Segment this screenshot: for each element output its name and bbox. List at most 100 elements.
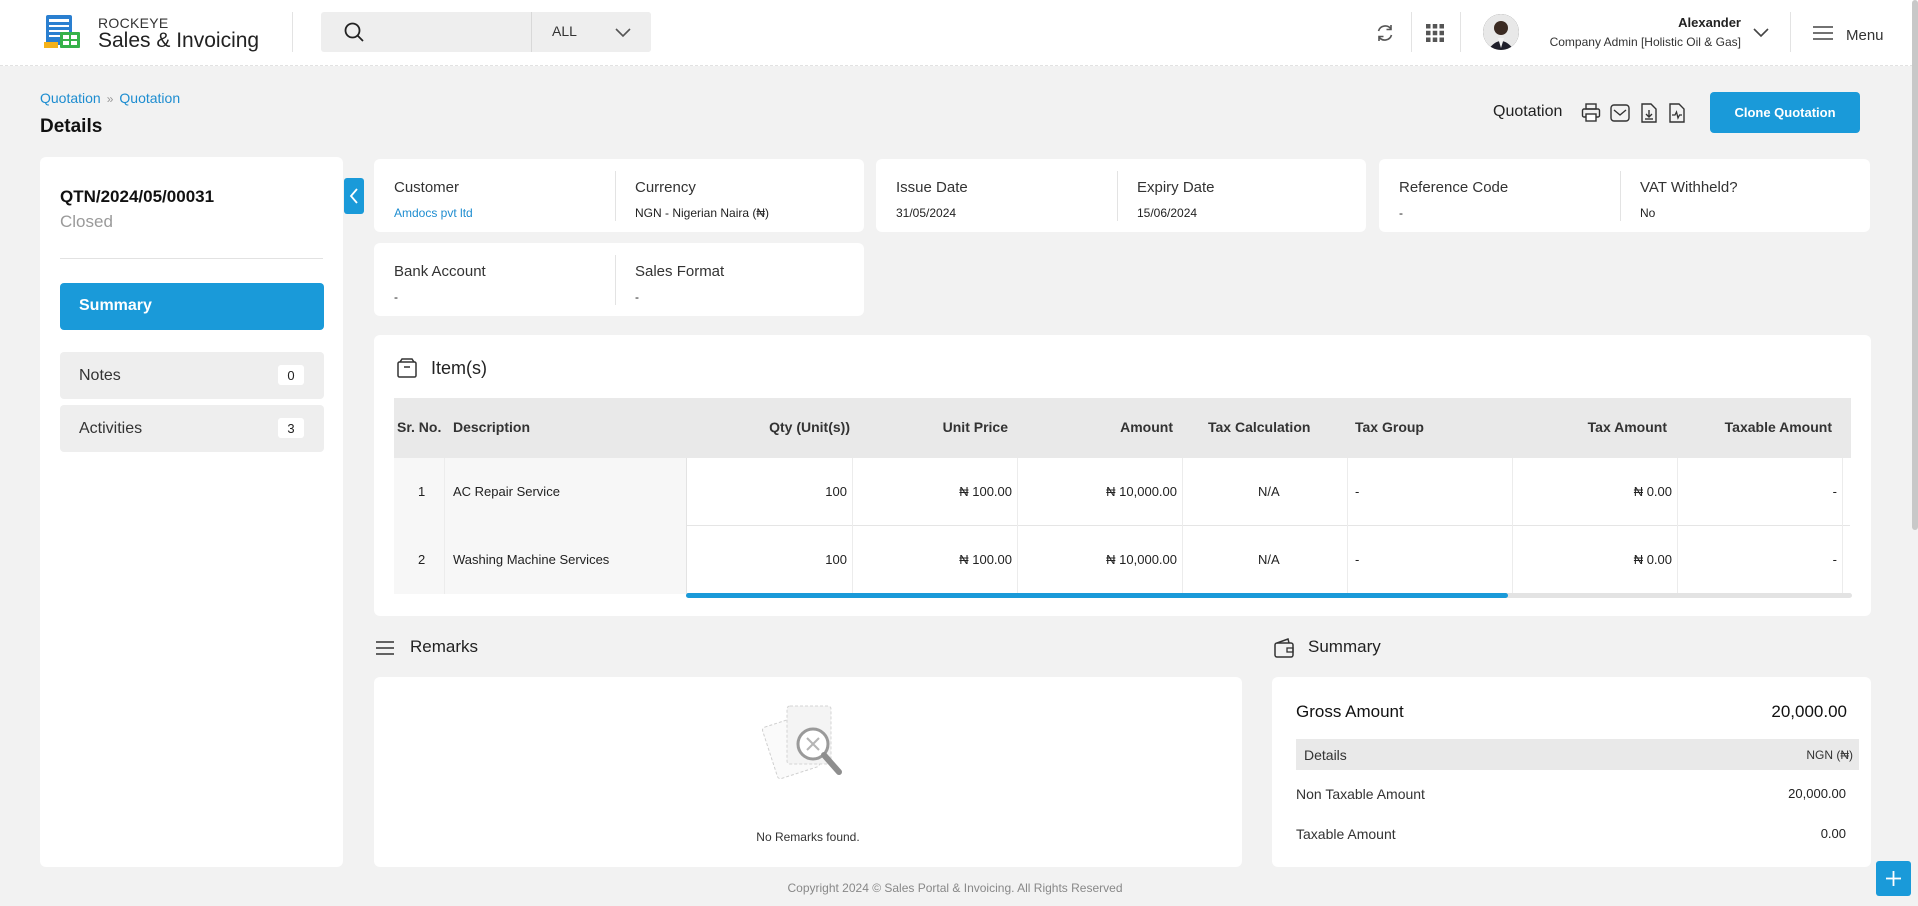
column-divider <box>1017 526 1018 594</box>
scrollbar-thumb[interactable] <box>686 593 1508 598</box>
column-header-tax-group: Tax Group <box>1355 419 1424 435</box>
details-currency: NGN (₦) <box>1806 748 1853 762</box>
refresh-icon[interactable] <box>1374 22 1396 44</box>
vat-withheld-field: VAT Withheld? No <box>1620 159 1870 232</box>
column-divider <box>852 458 853 526</box>
empty-state-text: No Remarks found. <box>756 830 860 844</box>
reference-code-field: Reference Code - <box>1379 159 1620 232</box>
field-label: Sales Format <box>635 263 725 280</box>
sidebar-item-summary[interactable]: Summary <box>60 283 324 330</box>
sidebar-item-activities[interactable]: Activities 3 <box>60 405 324 452</box>
page-scrollbar[interactable] <box>1912 0 1918 530</box>
cell-sr: 2 <box>418 552 426 567</box>
taxable-label: Taxable Amount <box>1296 826 1396 842</box>
cell-tax-calculation: N/A <box>1258 552 1280 567</box>
pdf-icon[interactable] <box>1667 102 1687 124</box>
sidebar-item-notes[interactable]: Notes 0 <box>60 352 324 399</box>
collapse-sidebar-button[interactable] <box>344 178 364 214</box>
customer-link[interactable]: Amdocs pvt ltd <box>394 206 473 220</box>
breadcrumb-item-quotation[interactable]: Quotation <box>40 90 101 106</box>
field-label: VAT Withheld? <box>1640 179 1738 196</box>
column-divider <box>1512 526 1513 594</box>
cell-qty: 100 <box>825 552 847 567</box>
column-divider <box>852 526 853 594</box>
apps-grid-icon[interactable] <box>1424 22 1446 44</box>
breadcrumb-item-current[interactable]: Quotation <box>119 90 180 106</box>
cell-taxable-amount: - <box>1832 484 1837 499</box>
email-icon[interactable] <box>1610 102 1630 124</box>
cell-qty: 100 <box>825 484 847 499</box>
header-divider <box>1411 12 1412 52</box>
items-table-header: Sr. No. Description Qty (Unit(s)) Unit P… <box>394 398 1851 458</box>
non-taxable-row: Non Taxable Amount 20,000.00 <box>1296 786 1846 802</box>
cell-tax-calculation: N/A <box>1258 484 1280 499</box>
page-title: Details <box>40 116 103 137</box>
box-icon <box>397 358 417 378</box>
column-header-unit-price: Unit Price <box>942 419 1008 435</box>
column-divider <box>1512 458 1513 526</box>
cell-amount: ₦ 10,000.00 <box>1106 484 1177 499</box>
field-label: Currency <box>635 179 696 196</box>
user-avatar-icon <box>1483 14 1519 50</box>
download-icon[interactable] <box>1639 102 1659 124</box>
field-value: 31/05/2024 <box>896 206 957 220</box>
expiry-date-field: Expiry Date 15/06/2024 <box>1117 159 1366 232</box>
column-divider <box>1842 458 1843 526</box>
field-value: 15/06/2024 <box>1137 206 1198 220</box>
column-header-sr: Sr. No. <box>397 419 442 435</box>
gross-amount-value: 20,000.00 <box>1771 702 1847 721</box>
column-divider <box>1347 458 1348 526</box>
user-name[interactable]: Alexander <box>1678 15 1741 30</box>
add-button[interactable] <box>1876 861 1911 896</box>
cell-description: Washing Machine Services <box>453 552 610 567</box>
column-divider <box>1677 458 1678 526</box>
issue-date-field: Issue Date 31/05/2024 <box>876 159 1117 232</box>
summary-title: Summary <box>1308 637 1381 656</box>
breadcrumb: Quotation » Quotation <box>40 90 180 106</box>
top-header: ROCKEYE Sales & Invoicing ALL Alexander … <box>0 0 1918 66</box>
cell-sr: 1 <box>418 484 426 499</box>
print-icon[interactable] <box>1581 102 1601 124</box>
column-header-amount: Amount <box>1120 419 1173 435</box>
summary-details-header: Details NGN (₦) <box>1296 739 1859 770</box>
header-divider <box>1790 12 1791 52</box>
app-logo-icon[interactable] <box>44 14 82 50</box>
search-icon[interactable] <box>343 21 365 43</box>
column-divider <box>1347 526 1348 594</box>
avatar[interactable] <box>1483 14 1519 50</box>
plus-icon <box>1886 871 1901 886</box>
count-badge: 3 <box>278 418 304 438</box>
hamburger-icon[interactable] <box>1812 24 1834 42</box>
empty-search-icon <box>762 705 842 780</box>
bank-account-field: Bank Account - <box>374 243 614 316</box>
chevron-right-icon: » <box>106 92 114 106</box>
cell-tax-group: - <box>1355 484 1360 499</box>
header-divider <box>292 12 293 52</box>
count-badge: 0 <box>278 365 304 385</box>
column-header-qty: Qty (Unit(s)) <box>769 419 850 435</box>
gross-amount-label: Gross Amount <box>1296 702 1404 721</box>
dates-card: Issue Date 31/05/2024 Expiry Date 15/06/… <box>876 159 1366 232</box>
details-label: Details <box>1304 747 1347 763</box>
chevron-down-icon[interactable] <box>1752 24 1770 40</box>
field-value: NGN - Nigerian Naira (₦) <box>635 206 770 220</box>
non-taxable-label: Non Taxable Amount <box>1296 786 1425 802</box>
remarks-panel: No Remarks found. <box>374 677 1242 867</box>
field-label: Bank Account <box>394 263 486 280</box>
search-scope-value: ALL <box>552 23 577 39</box>
non-taxable-value: 20,000.00 <box>1788 786 1846 801</box>
cell-tax-amount: ₦ 0.00 <box>1633 484 1672 499</box>
footer-copyright: Copyright 2024 © Sales Portal & Invoicin… <box>787 881 1123 895</box>
clone-quotation-button[interactable]: Clone Quotation <box>1710 92 1860 133</box>
menu-label[interactable]: Menu <box>1846 27 1884 44</box>
column-divider <box>1677 526 1678 594</box>
document-type-label: Quotation <box>1493 103 1563 120</box>
bank-card: Bank Account - Sales Format - <box>374 243 864 316</box>
column-divider <box>444 458 445 526</box>
summary-panel: Gross Amount 20,000.00 Details NGN (₦) N… <box>1272 677 1871 867</box>
table-horizontal-scrollbar[interactable] <box>686 593 1852 598</box>
search-scope-select[interactable]: ALL <box>531 12 651 52</box>
currency-field: Currency NGN - Nigerian Naira (₦) <box>615 159 864 232</box>
column-divider <box>1842 526 1843 594</box>
cell-amount: ₦ 10,000.00 <box>1106 552 1177 567</box>
